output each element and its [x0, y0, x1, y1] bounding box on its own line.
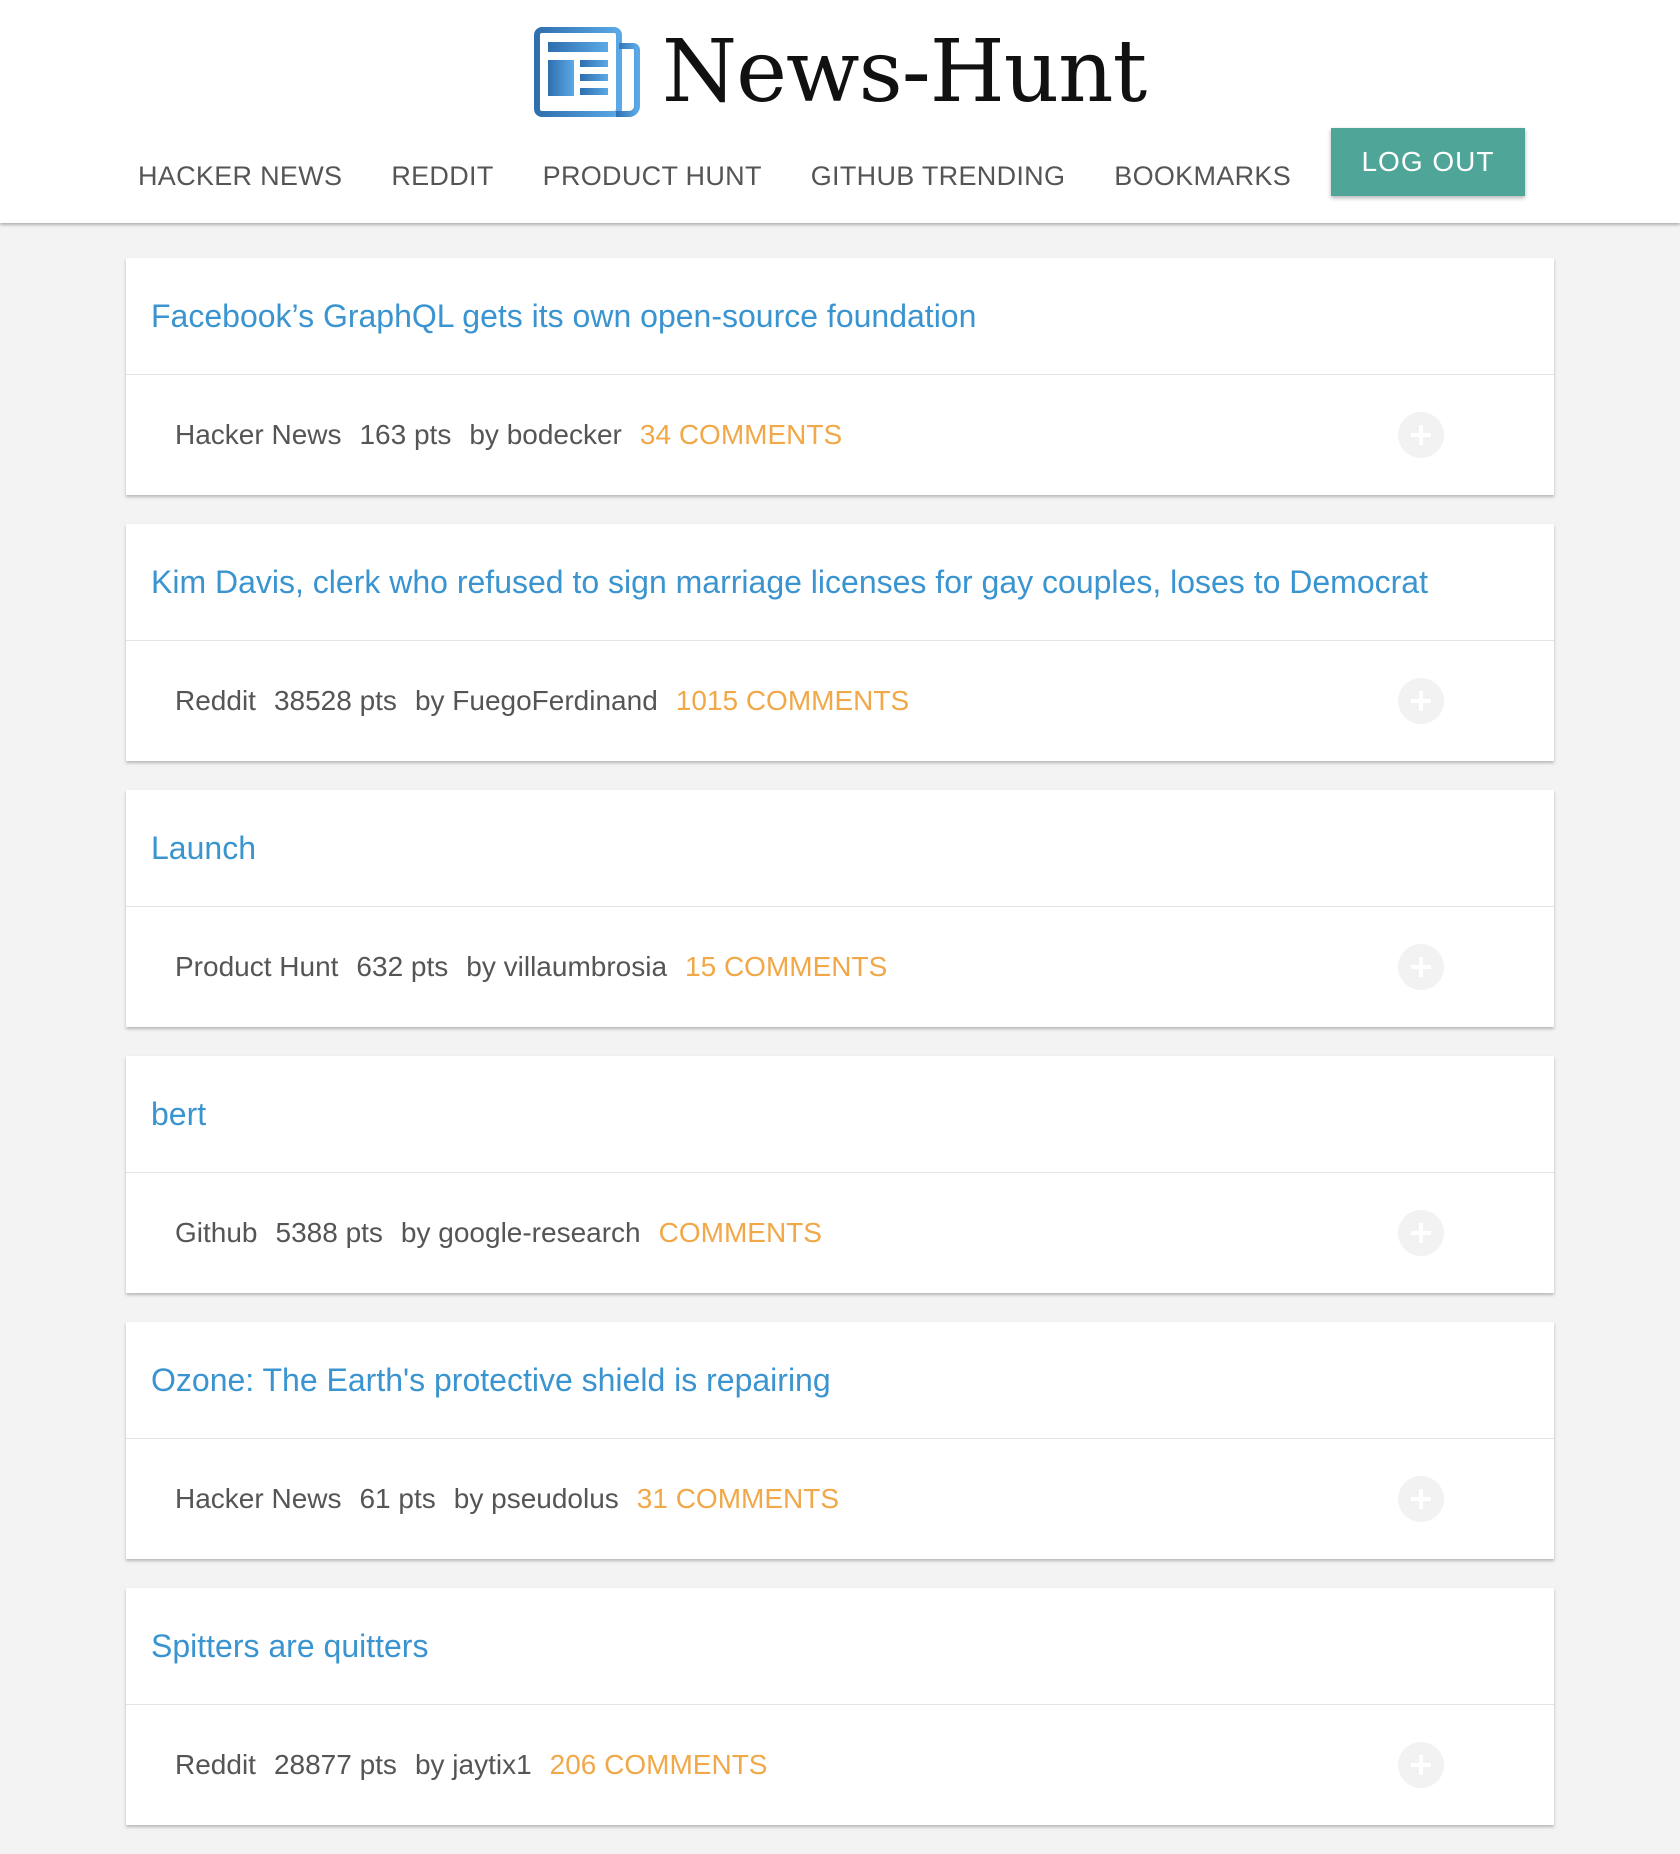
story-comments-link[interactable]: 15 COMMENTS [685, 951, 887, 983]
story-source: Reddit [175, 685, 256, 716]
main-nav: HACKER NEWS REDDIT PRODUCT HUNT GITHUB T… [138, 128, 1340, 224]
story-author: by jaytix1 [414, 1749, 532, 1780]
nav-item-hacker-news[interactable]: HACKER NEWS [138, 128, 342, 224]
logout-button[interactable]: LOG OUT [1331, 128, 1525, 196]
brand: News-Hunt [0, 22, 1680, 122]
story-title-link[interactable]: Kim Davis, clerk who refused to sign mar… [151, 564, 1428, 601]
nav-item-reddit[interactable]: REDDIT [391, 128, 493, 224]
story-source: Github [175, 1217, 258, 1248]
story-source: Hacker News [175, 419, 342, 450]
story-meta: Hacker News 163 pts by bodecker 34 COMME… [126, 375, 1554, 495]
plus-icon [1411, 1223, 1431, 1243]
story-card: Kim Davis, clerk who refused to sign mar… [126, 524, 1554, 761]
story-source: Hacker News [175, 1483, 342, 1514]
story-card: Ozone: The Earth's protective shield is … [126, 1322, 1554, 1559]
story-title-area: Kim Davis, clerk who refused to sign mar… [126, 524, 1554, 641]
story-title-area: Facebook’s GraphQL gets its own open-sou… [126, 258, 1554, 375]
plus-icon [1411, 1755, 1431, 1775]
nav-item-github-trending[interactable]: GITHUB TRENDING [811, 128, 1066, 224]
site-title: News-Hunt [661, 22, 1147, 122]
plus-icon [1411, 425, 1431, 445]
story-points: 28877 pts [273, 1749, 397, 1780]
plus-icon [1411, 1489, 1431, 1509]
story-title-link[interactable]: Ozone: The Earth's protective shield is … [151, 1362, 831, 1399]
story-points: 632 pts [356, 951, 449, 982]
story-card: Spitters are quitters Reddit 28877 pts b… [126, 1588, 1554, 1825]
story-author: by bodecker [469, 419, 622, 450]
story-card: bert Github 5388 pts by google-research … [126, 1056, 1554, 1293]
story-comments-link[interactable]: 31 COMMENTS [637, 1483, 839, 1515]
nav-item-bookmarks[interactable]: BOOKMARKS [1114, 128, 1291, 224]
story-comments-link[interactable]: 1015 COMMENTS [676, 685, 909, 717]
app-header: News-Hunt HACKER NEWS REDDIT PRODUCT HUN… [0, 0, 1680, 223]
bookmark-button[interactable] [1398, 678, 1444, 724]
story-author: by villaumbrosia [466, 951, 668, 982]
story-comments-link[interactable]: COMMENTS [659, 1217, 822, 1249]
story-title-area: bert [126, 1056, 1554, 1173]
story-title-link[interactable]: bert [151, 1096, 206, 1133]
story-title-link[interactable]: Spitters are quitters [151, 1628, 428, 1665]
bookmark-button[interactable] [1398, 1742, 1444, 1788]
story-card: Facebook’s GraphQL gets its own open-sou… [126, 258, 1554, 495]
story-title-area: Ozone: The Earth's protective shield is … [126, 1322, 1554, 1439]
story-author: by FuegoFerdinand [414, 685, 658, 716]
nav-item-product-hunt[interactable]: PRODUCT HUNT [543, 128, 762, 224]
story-meta: Hacker News 61 pts by pseudolus 31 COMME… [126, 1439, 1554, 1559]
bookmark-button[interactable] [1398, 944, 1444, 990]
story-meta: Github 5388 pts by google-research COMME… [126, 1173, 1554, 1293]
story-points: 38528 pts [273, 685, 397, 716]
story-author: by pseudolus [453, 1483, 619, 1514]
story-title-link[interactable]: Facebook’s GraphQL gets its own open-sou… [151, 298, 976, 335]
story-meta: Reddit 38528 pts by FuegoFerdinand 1015 … [126, 641, 1554, 761]
story-title-area: Launch [126, 790, 1554, 907]
story-source: Product Hunt [175, 951, 339, 982]
story-author: by google-research [400, 1217, 641, 1248]
newspaper-icon [533, 27, 640, 117]
story-title-area: Spitters are quitters [126, 1588, 1554, 1705]
story-comments-link[interactable]: 206 COMMENTS [550, 1749, 768, 1781]
plus-icon [1411, 957, 1431, 977]
story-card: Launch Product Hunt 632 pts by villaumbr… [126, 790, 1554, 1027]
bookmark-button[interactable] [1398, 412, 1444, 458]
story-points: 5388 pts [275, 1217, 383, 1248]
story-meta: Product Hunt 632 pts by villaumbrosia 15… [126, 907, 1554, 1027]
story-points: 163 pts [359, 419, 452, 450]
story-feed: Facebook’s GraphQL gets its own open-sou… [126, 258, 1554, 1854]
story-title-link[interactable]: Launch [151, 830, 256, 867]
bookmark-button[interactable] [1398, 1210, 1444, 1256]
story-meta: Reddit 28877 pts by jaytix1 206 COMMENTS [126, 1705, 1554, 1825]
plus-icon [1411, 691, 1431, 711]
story-source: Reddit [175, 1749, 256, 1780]
story-comments-link[interactable]: 34 COMMENTS [640, 419, 842, 451]
story-points: 61 pts [359, 1483, 436, 1514]
bookmark-button[interactable] [1398, 1476, 1444, 1522]
